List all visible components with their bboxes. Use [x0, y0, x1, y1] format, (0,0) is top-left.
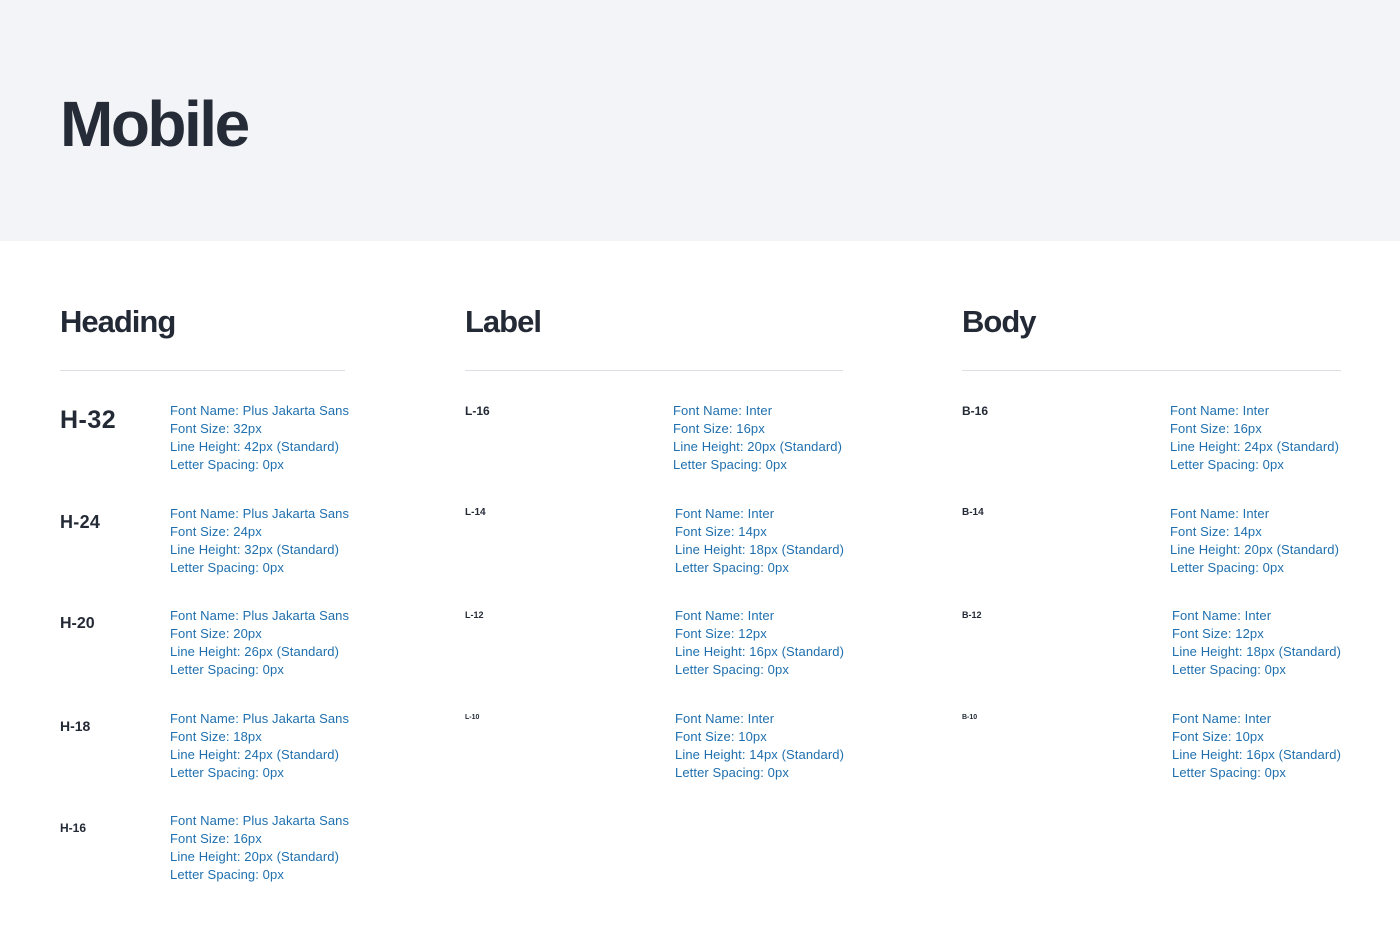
spec-letter-spacing: Letter Spacing: 0px [1172, 662, 1286, 677]
type-specs: Font Name: Inter Font Size: 10px Line He… [1172, 710, 1341, 782]
type-specs: Font Name: Plus Jakarta Sans Font Size: … [170, 505, 349, 577]
spec-letter-spacing: Letter Spacing: 0px [170, 457, 284, 472]
type-name: H-16 [60, 821, 87, 835]
type-specs: Font Name: Plus Jakarta Sans Font Size: … [170, 607, 349, 679]
spec-letter-spacing: Letter Spacing: 0px [170, 662, 284, 677]
spec-font-size: Font Size: 14px [675, 524, 767, 539]
divider [465, 370, 843, 371]
spec-letter-spacing: Letter Spacing: 0px [1170, 457, 1284, 472]
type-name: L-16 [465, 404, 490, 418]
spec-letter-spacing: Letter Spacing: 0px [1172, 765, 1286, 780]
type-specs: Font Name: Inter Font Size: 16px Line He… [673, 402, 842, 474]
spec-font-size: Font Size: 24px [170, 524, 262, 539]
spec-line-height: Line Height: 14px (Standard) [675, 747, 845, 762]
spec-font-name: Font Name: Inter [673, 403, 773, 418]
type-name: H-18 [60, 718, 91, 734]
spec-line-height: Line Height: 26px (Standard) [170, 644, 340, 659]
type-specs: Font Name: Inter Font Size: 14px Line He… [675, 505, 844, 577]
spec-font-name: Font Name: Inter [1172, 711, 1272, 726]
divider [60, 370, 345, 371]
spec-font-name: Font Name: Inter [1170, 403, 1270, 418]
spec-line-height: Line Height: 20px (Standard) [1170, 542, 1340, 557]
type-specs: Font Name: Inter Font Size: 12px Line He… [675, 607, 844, 679]
spec-line-height: Line Height: 18px (Standard) [1172, 644, 1342, 659]
spec-line-height: Line Height: 16px (Standard) [675, 644, 845, 659]
heading-column: Heading H-32 Font Name: Plus Jakarta San… [60, 300, 349, 882]
spec-font-name: Font Name: Plus Jakarta Sans [170, 403, 350, 418]
spec-line-height: Line Height: 24px (Standard) [170, 747, 340, 762]
spec-letter-spacing: Letter Spacing: 0px [170, 765, 284, 780]
type-name: B-16 [962, 404, 989, 418]
label-column: Label L-16 Font Name: Inter Font Size: 1… [465, 300, 844, 780]
spec-font-size: Font Size: 12px [1172, 626, 1264, 641]
type-name: H-24 [60, 512, 101, 532]
spec-line-height: Line Height: 24px (Standard) [1170, 439, 1340, 454]
column-title-label: Label [465, 304, 542, 339]
spec-letter-spacing: Letter Spacing: 0px [673, 457, 787, 472]
spec-font-name: Font Name: Plus Jakarta Sans [170, 608, 350, 623]
type-specs: Font Name: Plus Jakarta Sans Font Size: … [170, 402, 349, 474]
spec-letter-spacing: Letter Spacing: 0px [675, 662, 789, 677]
type-name: H-20 [60, 615, 95, 632]
spec-font-size: Font Size: 16px [1170, 421, 1262, 436]
spec-font-size: Font Size: 12px [675, 626, 767, 641]
spec-line-height: Line Height: 20px (Standard) [170, 849, 340, 864]
type-name: L-14 [465, 507, 486, 518]
type-name: B-12 [962, 610, 982, 620]
type-name: B-10 [962, 714, 978, 721]
spec-line-height: Line Height: 20px (Standard) [673, 439, 843, 454]
type-specs: Font Name: Inter Font Size: 12px Line He… [1172, 607, 1341, 679]
type-name: B-14 [962, 507, 984, 518]
spec-font-name: Font Name: Inter [675, 506, 775, 521]
type-specs: Font Name: Plus Jakarta Sans Font Size: … [170, 710, 349, 782]
spec-letter-spacing: Letter Spacing: 0px [675, 560, 789, 575]
spec-letter-spacing: Letter Spacing: 0px [170, 867, 284, 882]
spec-font-size: Font Size: 20px [170, 626, 262, 641]
spec-line-height: Line Height: 42px (Standard) [170, 439, 340, 454]
spec-font-name: Font Name: Plus Jakarta Sans [170, 813, 350, 828]
spec-font-size: Font Size: 10px [675, 729, 767, 744]
page-title: Mobile [60, 88, 250, 160]
spec-font-size: Font Size: 32px [170, 421, 262, 436]
spec-font-size: Font Size: 10px [1172, 729, 1264, 744]
type-name: H-32 [60, 406, 117, 434]
spec-font-size: Font Size: 18px [170, 729, 262, 744]
spec-font-size: Font Size: 16px [673, 421, 765, 436]
type-name: L-12 [465, 610, 484, 620]
spec-font-name: Font Name: Inter [675, 711, 775, 726]
spec-font-name: Font Name: Inter [675, 608, 775, 623]
type-specs: Font Name: Inter Font Size: 10px Line He… [675, 710, 844, 782]
page-header: Mobile [0, 0, 1400, 241]
type-specs: Font Name: Inter Font Size: 16px Line He… [1170, 402, 1339, 474]
spec-line-height: Line Height: 16px (Standard) [1172, 747, 1342, 762]
spec-font-name: Font Name: Inter [1172, 608, 1272, 623]
spec-font-name: Font Name: Inter [1170, 506, 1270, 521]
spec-line-height: Line Height: 18px (Standard) [675, 542, 845, 557]
type-specs: Font Name: Plus Jakarta Sans Font Size: … [170, 812, 349, 884]
column-title-body: Body [962, 304, 1037, 339]
divider [962, 370, 1341, 371]
spec-font-size: Font Size: 14px [1170, 524, 1262, 539]
spec-letter-spacing: Letter Spacing: 0px [170, 560, 284, 575]
spec-font-name: Font Name: Plus Jakarta Sans [170, 711, 350, 726]
spec-letter-spacing: Letter Spacing: 0px [675, 765, 789, 780]
spec-font-size: Font Size: 16px [170, 831, 262, 846]
body-column: Body B-16 Font Name: Inter Font Size: 16… [962, 300, 1341, 780]
type-name: L-10 [465, 714, 480, 721]
spec-letter-spacing: Letter Spacing: 0px [1170, 560, 1284, 575]
spec-line-height: Line Height: 32px (Standard) [170, 542, 340, 557]
spec-font-name: Font Name: Plus Jakarta Sans [170, 506, 350, 521]
column-title-heading: Heading [60, 304, 176, 339]
type-specs: Font Name: Inter Font Size: 14px Line He… [1170, 505, 1339, 577]
